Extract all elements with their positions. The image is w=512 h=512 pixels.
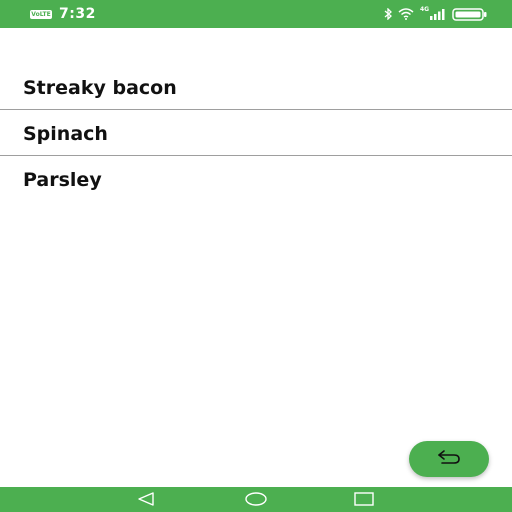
home-circle-icon <box>245 491 267 510</box>
navigation-bar <box>0 487 512 512</box>
app-screen: VoLTE 7:32 4G Streaky bacon Spinach Pars… <box>0 0 512 512</box>
recents-button[interactable] <box>353 491 375 510</box>
list-item-label: Spinach <box>23 123 108 145</box>
list-item-label: Parsley <box>23 169 102 191</box>
list-item[interactable]: Streaky bacon <box>0 64 512 110</box>
list-item[interactable]: Spinach <box>0 110 512 156</box>
return-fab-button[interactable] <box>409 441 489 477</box>
list-item[interactable]: Parsley <box>0 156 512 202</box>
return-arrow-icon <box>436 449 462 469</box>
wifi-icon <box>398 8 414 20</box>
status-bar: VoLTE 7:32 4G <box>0 0 512 28</box>
bluetooth-icon <box>384 8 392 20</box>
recents-square-icon <box>354 491 374 510</box>
battery-icon <box>452 7 488 21</box>
signal-icon: 4G <box>420 6 446 21</box>
volte-badge: VoLTE <box>30 10 52 19</box>
ingredient-list: Streaky bacon Spinach Parsley <box>0 64 512 202</box>
status-time: 7:32 <box>59 6 96 22</box>
back-button[interactable] <box>135 491 157 510</box>
home-button[interactable] <box>245 491 267 510</box>
list-item-label: Streaky bacon <box>23 77 177 99</box>
status-icons: 4G <box>384 6 488 21</box>
back-triangle-icon <box>137 491 155 510</box>
